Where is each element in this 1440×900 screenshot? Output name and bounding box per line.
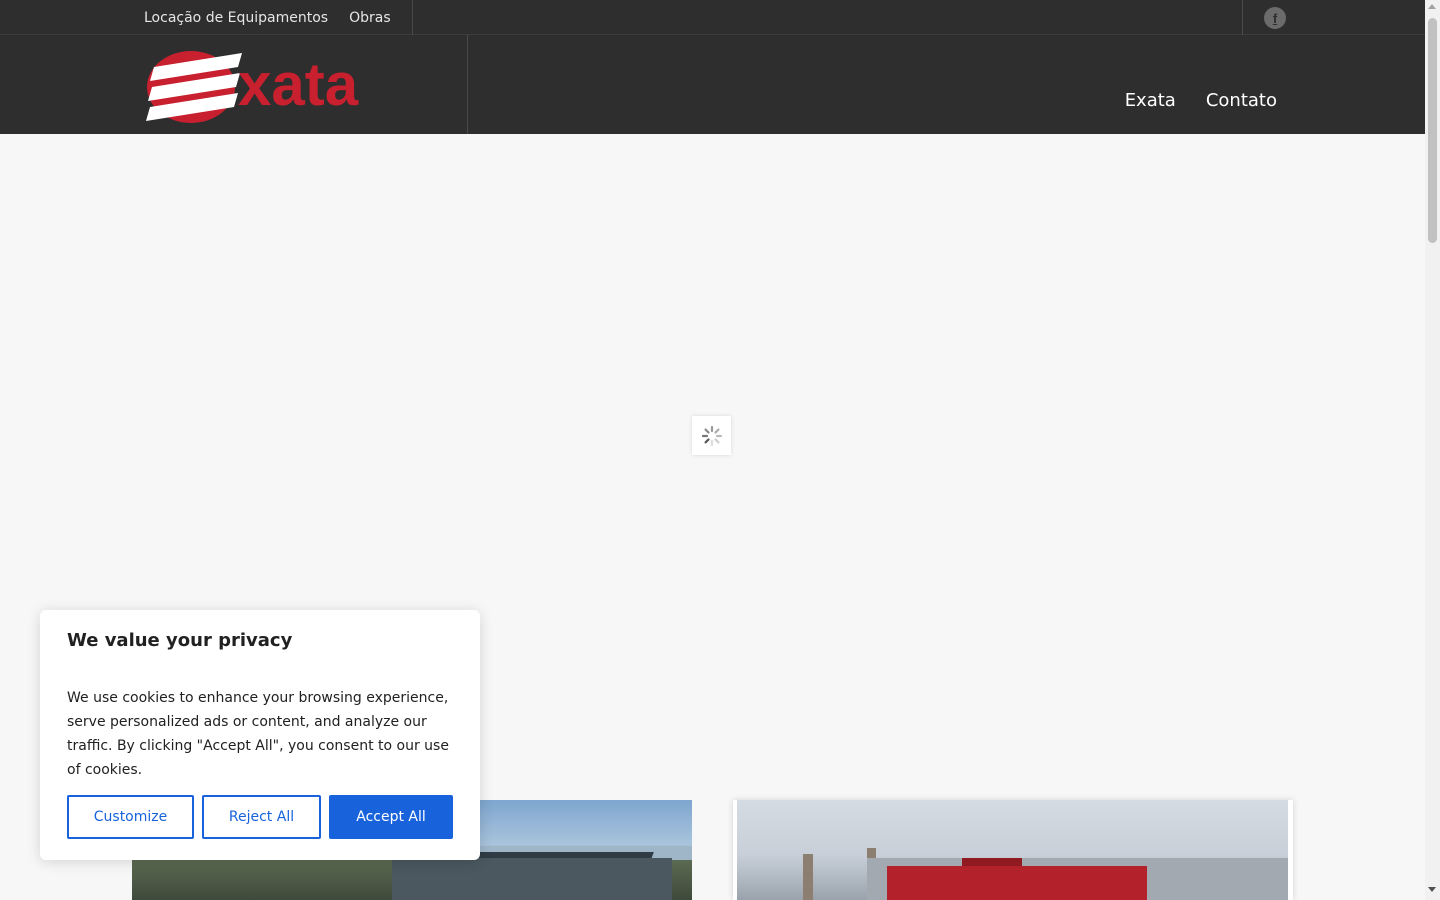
- scrollbar[interactable]: [1425, 0, 1440, 900]
- logo-emblem-icon: [146, 51, 242, 123]
- scroll-down-icon[interactable]: [1428, 887, 1436, 892]
- divider: [412, 0, 413, 35]
- scroll-up-icon[interactable]: [1428, 4, 1436, 9]
- customize-button[interactable]: Customize: [67, 795, 194, 839]
- top-bar: Locação de Equipamentos Obras f: [0, 0, 1425, 35]
- facebook-icon[interactable]: f: [1264, 7, 1286, 29]
- main-nav: Exata Contato: [1125, 90, 1277, 111]
- reject-all-button[interactable]: Reject All: [202, 795, 321, 839]
- divider: [467, 35, 468, 134]
- cookie-body: We use cookies to enhance your browsing …: [67, 690, 449, 778]
- scrollbar-thumb[interactable]: [1428, 18, 1437, 243]
- top-link-equipment-rental[interactable]: Locação de Equipamentos: [144, 10, 328, 26]
- card-image: [737, 800, 1288, 900]
- cookie-consent-banner: We value your privacy We use cookies to …: [40, 610, 480, 860]
- card-image: [392, 858, 672, 900]
- nav-item-contato[interactable]: Contato: [1206, 90, 1277, 111]
- loading-spinner: [692, 416, 731, 455]
- site-header: xata Exata Contato: [0, 35, 1425, 134]
- nav-item-exata[interactable]: Exata: [1125, 90, 1176, 111]
- accept-all-button[interactable]: Accept All: [329, 795, 453, 839]
- logo-text: xata: [238, 51, 359, 118]
- logo[interactable]: xata: [146, 47, 391, 125]
- spinner-icon: [701, 425, 722, 446]
- top-link-works[interactable]: Obras: [349, 10, 391, 26]
- project-card-crane[interactable]: [733, 800, 1293, 900]
- top-links: Locação de Equipamentos Obras: [144, 0, 391, 35]
- cookie-title: We value your privacy: [67, 630, 293, 651]
- divider: [1242, 0, 1243, 35]
